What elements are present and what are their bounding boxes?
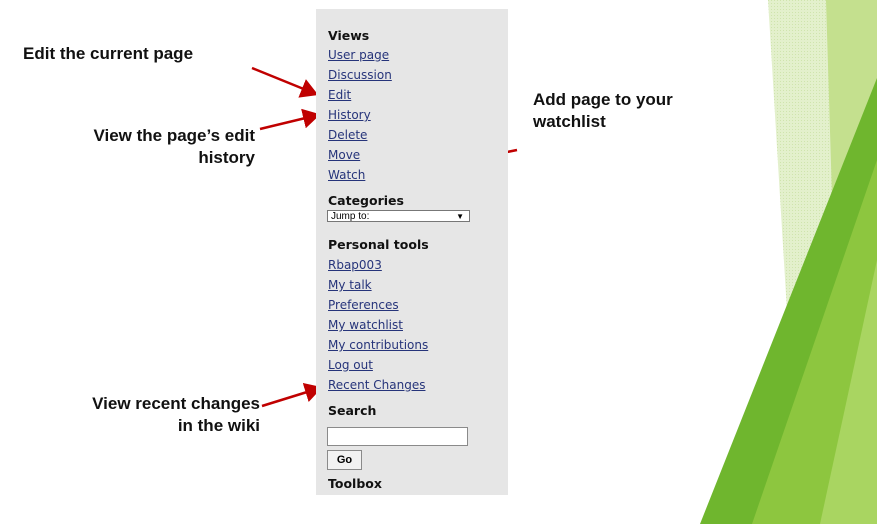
nav-user-page[interactable]: User page xyxy=(328,48,389,62)
nav-discussion[interactable]: Discussion xyxy=(328,68,392,82)
arrow-recent-changes xyxy=(261,382,323,408)
go-button[interactable]: Go xyxy=(327,450,362,470)
nav-my-contributions[interactable]: My contributions xyxy=(328,338,428,352)
search-input[interactable] xyxy=(327,427,468,446)
dropdown-caret-icon: ▼ xyxy=(456,212,464,221)
search-heading: Search xyxy=(328,403,377,418)
views-heading: Views xyxy=(328,28,370,43)
arrow-edit xyxy=(251,66,319,98)
callout-history-line1: View the page’s edit xyxy=(93,126,255,145)
nav-my-talk[interactable]: My talk xyxy=(328,278,372,292)
nav-log-out[interactable]: Log out xyxy=(328,358,373,372)
callout-recent: View recent changes in the wiki xyxy=(92,393,260,437)
callout-watch: Add page to your watchlist xyxy=(533,89,673,133)
callout-history-line2: history xyxy=(198,148,255,167)
arrow-history xyxy=(259,108,321,131)
nav-move[interactable]: Move xyxy=(328,148,360,162)
personal-tools-heading: Personal tools xyxy=(328,237,429,252)
wiki-sidebar: Views User page Discussion Edit History … xyxy=(316,9,508,495)
nav-watch[interactable]: Watch xyxy=(328,168,365,182)
jump-select-value: Jump to: xyxy=(331,211,370,222)
nav-preferences[interactable]: Preferences xyxy=(328,298,399,312)
callout-recent-line1: View recent changes xyxy=(92,394,260,413)
callout-watch-line2: watchlist xyxy=(533,112,606,131)
callout-watch-line1: Add page to your xyxy=(533,90,673,109)
categories-heading: Categories xyxy=(328,193,404,208)
nav-history[interactable]: History xyxy=(328,108,371,122)
nav-recent-changes[interactable]: Recent Changes xyxy=(328,378,425,392)
callout-recent-line2: in the wiki xyxy=(177,416,260,435)
toolbox-heading: Toolbox xyxy=(328,476,382,491)
nav-my-watchlist[interactable]: My watchlist xyxy=(328,318,403,332)
callout-history: View the page’s edit history xyxy=(93,125,255,169)
nav-edit[interactable]: Edit xyxy=(328,88,351,102)
nav-delete[interactable]: Delete xyxy=(328,128,367,142)
nav-user-rbap003[interactable]: Rbap003 xyxy=(328,258,382,272)
callout-edit: Edit the current page xyxy=(23,44,194,63)
category-jump-select[interactable]: Jump to: ▼ xyxy=(327,210,470,222)
